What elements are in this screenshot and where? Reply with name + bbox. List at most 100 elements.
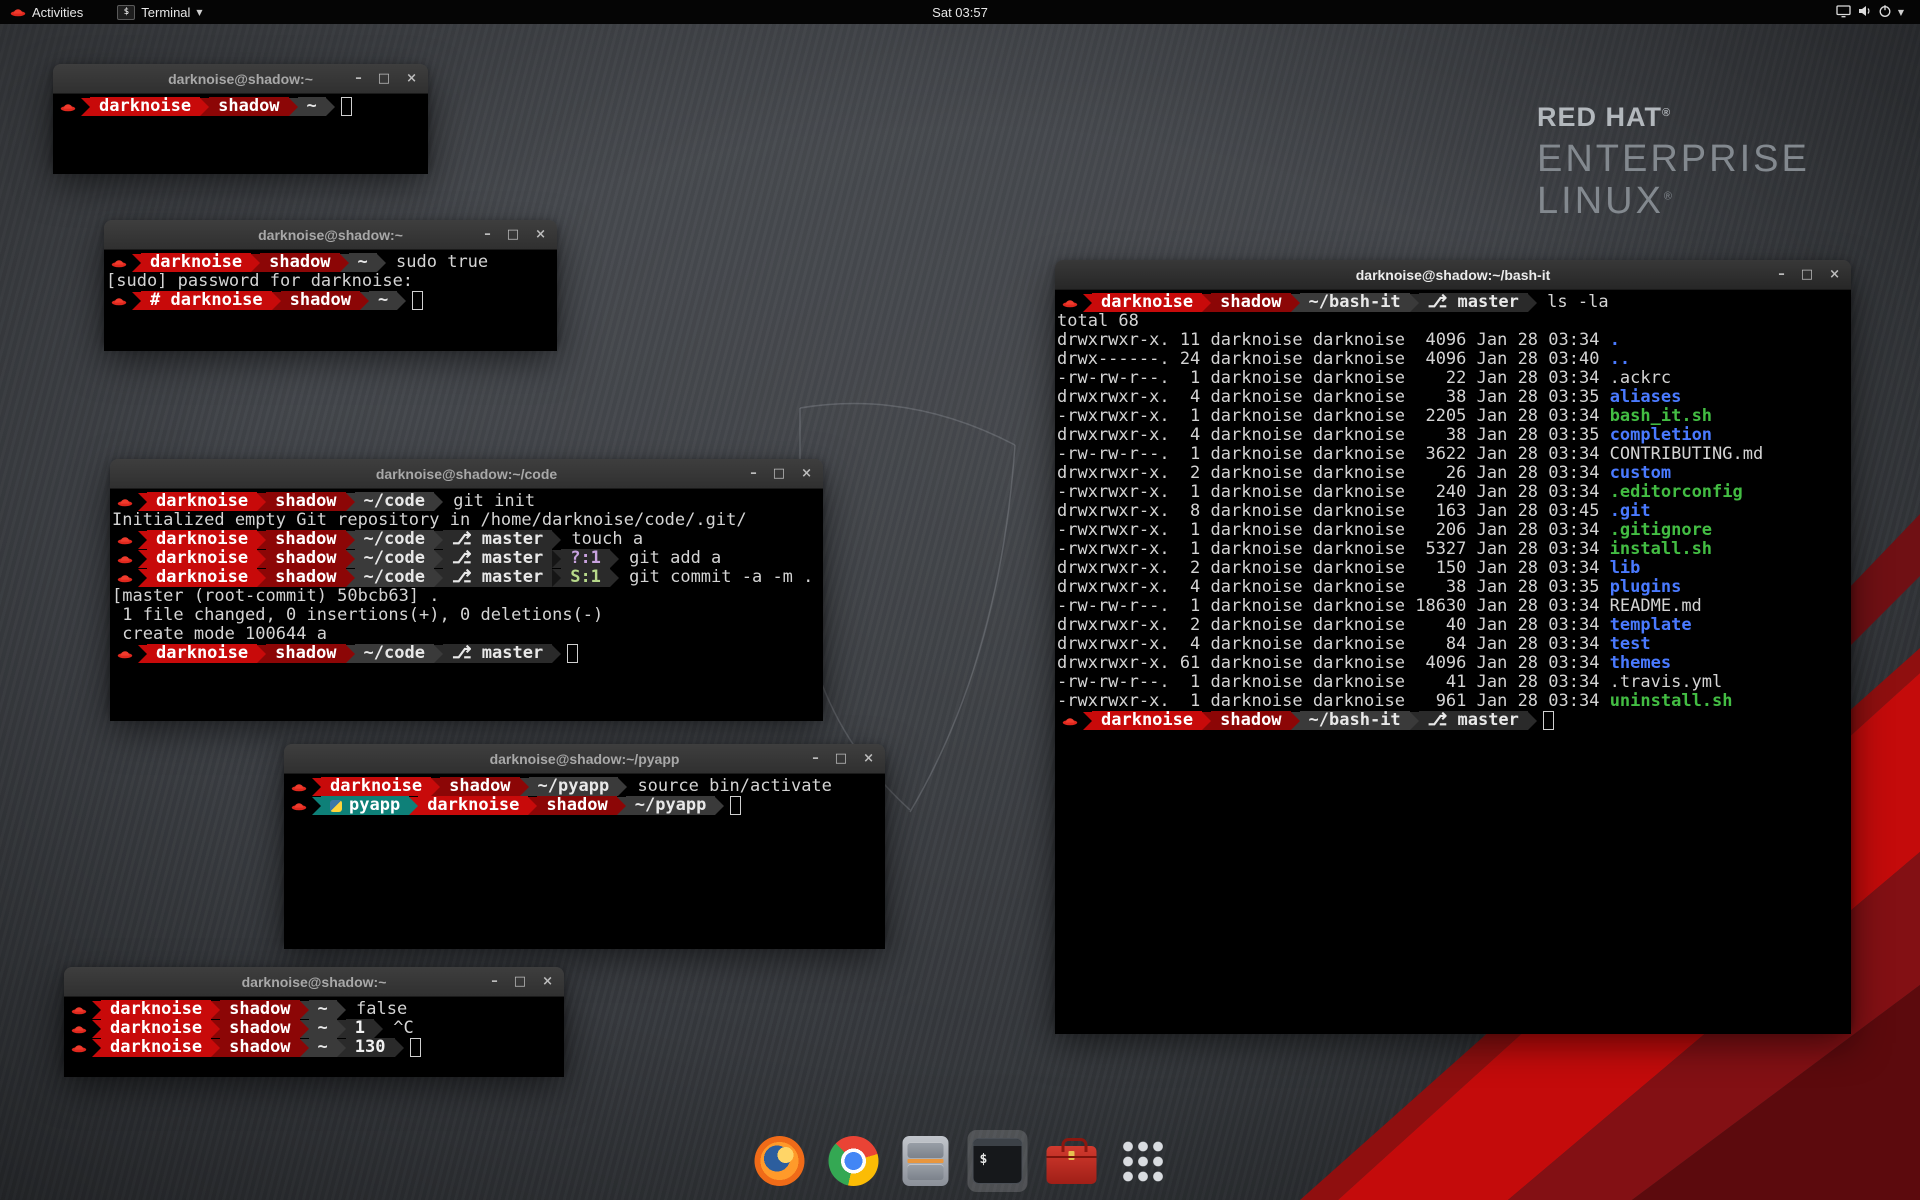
redhat-icon [286,796,312,815]
rhel-logo-line1: RED HAT [1537,102,1662,132]
terminal-text: git commit -a -m . [619,568,813,587]
powerline-separator [1083,294,1092,312]
powerline-separator [138,645,147,663]
terminal-line: drwxrwxr-x. 4 darknoise darknoise 38 Jan… [1057,426,1849,445]
close-button[interactable]: × [542,975,553,988]
maximize-button[interactable]: □ [378,72,390,85]
prompt-segment-path: ~/code [355,492,434,511]
dock-firefox[interactable] [750,1131,810,1191]
terminal-line: Initialized empty Git repository in /hom… [112,511,821,530]
redhat-icon [286,777,312,796]
terminal-body[interactable]: darknoiseshadow~/bash-it⎇ master ls -lat… [1055,290,1851,1034]
window-titlebar[interactable]: darknoise@shadow:~/pyapp – □ × [284,744,885,774]
powerline-separator [1291,294,1300,312]
filename-directory: . [1610,331,1620,350]
window-titlebar[interactable]: darknoise@shadow:~ – □ × [104,220,557,250]
registered-mark: ® [1664,190,1675,202]
terminal-text: create mode 100644 a [112,625,327,644]
terminal-line: darknoiseshadow~1 ^C [66,1019,562,1038]
terminal-text: sudo true [386,253,488,272]
terminal-line: darknoiseshadow~/pyapp source bin/activa… [286,777,883,796]
powerline-separator [138,493,147,511]
close-button[interactable]: × [863,752,874,765]
maximize-button[interactable]: □ [835,752,847,765]
filename-directory: .. [1610,350,1630,369]
window-titlebar[interactable]: darknoise@shadow:~ – □ × [64,967,564,997]
powerline-separator [138,569,147,587]
terminal-body[interactable]: darknoiseshadow~ sudo true[sudo] passwor… [104,250,557,351]
prompt-segment-git-branch: ⎇ master [443,530,552,549]
activities-button[interactable]: Activities [0,0,93,24]
redhat-icon [10,5,26,20]
terminal-window-home-2: darknoise@shadow:~ – □ × darknoiseshadow… [64,967,564,1070]
filename-directory: .git [1610,502,1651,521]
prompt-segment-host: shadow [266,530,345,549]
system-status-button[interactable]: ▼ [1826,0,1914,24]
terminal-line: -rwxrwxr-x. 1 darknoise darknoise 961 Ja… [1057,692,1849,711]
powerline-separator [434,645,443,663]
prompt-segment-git-branch: ⎇ master [1419,711,1528,730]
maximize-button[interactable]: □ [1801,268,1813,281]
powerline-separator [346,550,355,568]
maximize-button[interactable]: □ [773,467,785,480]
redhat-icon [112,530,138,549]
window-titlebar[interactable]: darknoise@shadow:~/bash-it – □ × [1055,260,1851,290]
chrome-icon [829,1136,879,1186]
dock-toolbox[interactable] [1042,1133,1102,1189]
terminal-line: -rwxrwxr-x. 1 darknoise darknoise 2205 J… [1057,407,1849,426]
terminal-line: darknoiseshadow~130 [66,1038,562,1057]
maximize-button[interactable]: □ [507,228,519,241]
powerline-separator [257,531,266,549]
close-button[interactable]: × [406,72,417,85]
powerline-separator [92,1020,101,1038]
clock-button[interactable]: Sat 03:57 [922,0,998,24]
powerline-separator [1202,294,1211,312]
maximize-button[interactable]: □ [514,975,526,988]
close-button[interactable]: × [535,228,546,241]
dock-appgrid[interactable] [1116,1134,1171,1189]
minimize-button[interactable]: – [484,228,491,241]
terminal-line: total 68 [1057,312,1849,331]
prompt-segment-path: ~ [298,97,326,116]
powerline-separator [552,645,561,663]
terminal-text: drwxrwxr-x. 11 darknoise darknoise 4096 … [1057,331,1610,350]
terminal-body[interactable]: darknoiseshadow~/pyapp source bin/activa… [284,774,885,949]
prompt-segment-git-branch: ⎇ master [443,568,552,587]
minimize-button[interactable]: – [355,72,362,85]
rhel-logo: RED HAT® ENTERPRISE LINUX® [1537,104,1810,220]
powerline-separator [300,1020,309,1038]
terminal-text: [sudo] password for darknoise: [106,272,423,291]
terminal-body[interactable]: darknoiseshadow~ [53,94,428,174]
terminal-line: darknoiseshadow~/bash-it⎇ master ls -la [1057,293,1849,312]
close-button[interactable]: × [1829,268,1840,281]
app-menu-button[interactable]: $ Terminal ▼ [107,0,212,24]
prompt-segment-user: darknoise [101,1000,211,1019]
powerline-separator [312,778,321,796]
close-button[interactable]: × [801,467,812,480]
terminal-cursor [341,97,352,116]
prompt-segment-path: ~/code [355,568,434,587]
minimize-button[interactable]: – [491,975,498,988]
dock-chrome[interactable] [824,1131,884,1191]
filename-executable: .gitignore [1610,521,1712,540]
powerline-separator [289,98,298,116]
terminal-text: touch a [561,530,643,549]
powerline-separator [251,254,260,272]
terminal-body[interactable]: darknoiseshadow~/code git initInitialize… [110,489,823,721]
window-titlebar[interactable]: darknoise@shadow:~ – □ × [53,64,428,94]
powerline-separator [1083,712,1092,730]
minimize-button[interactable]: – [750,467,757,480]
dock-terminal[interactable]: $ [968,1130,1028,1192]
dock-files[interactable] [898,1131,954,1191]
prompt-segment-user: darknoise [147,549,257,568]
powerline-separator [200,98,209,116]
desktop: RED HAT® ENTERPRISE LINUX® Activities $ … [0,0,1920,1200]
minimize-button[interactable]: – [1778,268,1785,281]
prompt-segment-host: shadow [281,291,360,310]
terminal-text: drwxrwxr-x. 4 darknoise darknoise 84 Jan… [1057,635,1610,654]
window-titlebar[interactable]: darknoise@shadow:~/code – □ × [110,459,823,489]
minimize-button[interactable]: – [812,752,819,765]
powerline-separator [346,493,355,511]
powerline-separator [346,531,355,549]
terminal-body[interactable]: darknoiseshadow~ falsedarknoiseshadow~1 … [64,997,564,1077]
